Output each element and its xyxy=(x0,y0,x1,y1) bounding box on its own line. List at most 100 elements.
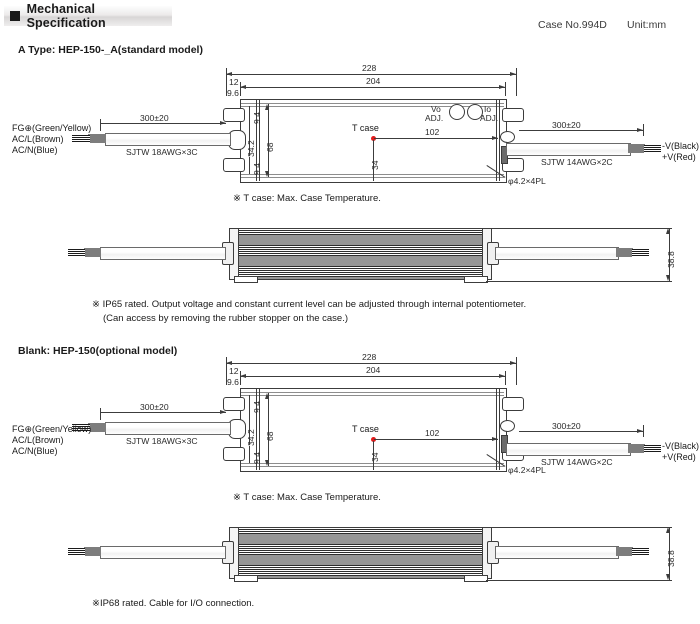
section-title-blank: Blank: HEP-150(optional model) xyxy=(18,345,178,357)
dim-line-204 xyxy=(240,87,505,88)
black-square-bullet-icon xyxy=(10,11,20,21)
input-wire-label-l: AC/L(Brown) xyxy=(12,134,64,144)
dim-input-length: 300±20 xyxy=(140,113,169,123)
dim-tcase-y: 34 xyxy=(370,160,380,170)
dim-mount-top: 9.4 xyxy=(252,401,262,413)
input-cable-spec: SJTW 18AWG×3C xyxy=(126,436,198,446)
dim-mount-span: 34.2 xyxy=(246,429,256,446)
ext-line xyxy=(516,357,517,385)
side-view-input-cable xyxy=(100,247,226,260)
side-view-foot xyxy=(464,575,488,582)
dim-overall-length: 228 xyxy=(362,352,377,362)
stripped-conductors xyxy=(72,134,90,143)
stripped-conductors xyxy=(644,444,661,453)
output-wire-label-positive: +V(Red) xyxy=(662,152,696,162)
dim-line-204 xyxy=(240,376,505,377)
arrow xyxy=(492,135,498,140)
hole-note: φ4.2×4PL xyxy=(508,176,546,186)
input-cable xyxy=(105,422,231,435)
cable-ferrule xyxy=(84,248,101,257)
arrow xyxy=(510,71,516,76)
mounting-bracket xyxy=(502,397,524,411)
case-rail xyxy=(241,395,504,396)
side-view-foot xyxy=(234,276,258,283)
ext-line xyxy=(486,281,672,282)
page-title: Mechanical Specification xyxy=(26,2,106,30)
mechanical-specification-page: Mechanical Specification Case No.994D Un… xyxy=(0,0,700,624)
arrow xyxy=(220,120,226,125)
output-wire-label-positive: +V(Red) xyxy=(662,452,696,462)
cable-ferrule xyxy=(84,547,101,556)
ext-line xyxy=(516,68,517,96)
ip68-note: ※IP68 rated. Cable for I/O connection. xyxy=(92,598,255,609)
side-view-foot xyxy=(464,276,488,283)
side-view-output-cable xyxy=(495,247,619,260)
dim-bracket-edge: 9.6 xyxy=(227,88,239,98)
dim-bracket-offset: 12 xyxy=(229,366,239,376)
dim-line-9-4 xyxy=(249,106,250,123)
cable-ferrule xyxy=(88,134,106,143)
dim-line-68 xyxy=(268,104,269,177)
vo-adj-potentiometer-icon xyxy=(449,104,465,120)
side-view-heatsink xyxy=(234,228,487,280)
cable-ferrule xyxy=(628,444,645,453)
mounting-bracket xyxy=(223,397,245,411)
input-cable xyxy=(105,133,231,146)
dim-line-68 xyxy=(268,393,269,466)
output-cable xyxy=(506,143,631,156)
case-rail xyxy=(241,106,504,107)
case-inner-edge xyxy=(499,99,500,181)
ext-line xyxy=(486,580,672,581)
input-wire-label-n: AC/N(Blue) xyxy=(12,145,58,155)
arrow xyxy=(265,460,270,466)
ip65-note-line2: (Can access by removing the rubber stopp… xyxy=(103,313,349,324)
dim-line-input-len xyxy=(100,412,226,413)
page-header: Mechanical Specification xyxy=(4,2,172,30)
dim-input-length: 300±20 xyxy=(140,402,169,412)
input-wire-label-n: AC/N(Blue) xyxy=(12,446,58,456)
vo-adj-label-line2: ADJ. xyxy=(425,113,444,123)
dim-line-228 xyxy=(226,74,516,75)
output-cable-spec: SJTW 14AWG×2C xyxy=(541,457,613,467)
stripped-conductors xyxy=(68,248,85,257)
unit-label: Unit:mm xyxy=(627,19,667,31)
output-wire-label-negative: -V(Black) xyxy=(662,441,700,451)
stripped-conductors xyxy=(632,248,649,257)
arrow xyxy=(492,436,498,441)
ext-line xyxy=(240,371,241,385)
io-adj-label-line2: ADJ. xyxy=(480,113,499,123)
dim-side-height: 38.8 xyxy=(666,550,676,567)
ext-line xyxy=(505,371,506,385)
case-rail xyxy=(241,103,504,104)
cable-gland-right xyxy=(500,131,515,143)
output-cable xyxy=(506,443,631,456)
cable-gland-right xyxy=(500,420,515,432)
arrow xyxy=(510,360,516,365)
dim-bracket-edge: 9.6 xyxy=(227,377,239,387)
stripped-conductors xyxy=(644,144,661,153)
arrow xyxy=(226,360,232,365)
case-inner-edge xyxy=(496,99,497,181)
mounting-bracket xyxy=(223,158,245,172)
ext-line xyxy=(240,82,241,96)
mounting-bracket xyxy=(223,108,245,122)
case-inner-edge xyxy=(496,388,497,470)
side-view-input-cable xyxy=(100,546,226,559)
dim-side-height: 38.8 xyxy=(666,251,676,268)
ext-line xyxy=(486,527,672,528)
mounting-bracket xyxy=(502,108,524,122)
arrow xyxy=(226,71,232,76)
output-wire-label-negative: -V(Black) xyxy=(662,141,700,151)
stripped-conductors xyxy=(68,547,85,556)
ip65-note-line1: ※ IP65 rated. Output voltage and constan… xyxy=(92,299,527,310)
dim-width: 68 xyxy=(265,431,275,441)
dim-overall-length: 228 xyxy=(362,63,377,73)
dim-output-length: 300±20 xyxy=(552,421,581,431)
output-cable-spec: SJTW 14AWG×2C xyxy=(541,157,613,167)
ext-line xyxy=(486,228,672,229)
side-view-output-cable xyxy=(495,546,619,559)
input-wire-label-fg: FG⊕(Green/Yellow) xyxy=(12,424,92,434)
input-wire-label-l: AC/L(Brown) xyxy=(12,435,64,445)
dim-tcase-x: 102 xyxy=(425,127,440,137)
dim-mount-top: 9.4 xyxy=(252,112,262,124)
